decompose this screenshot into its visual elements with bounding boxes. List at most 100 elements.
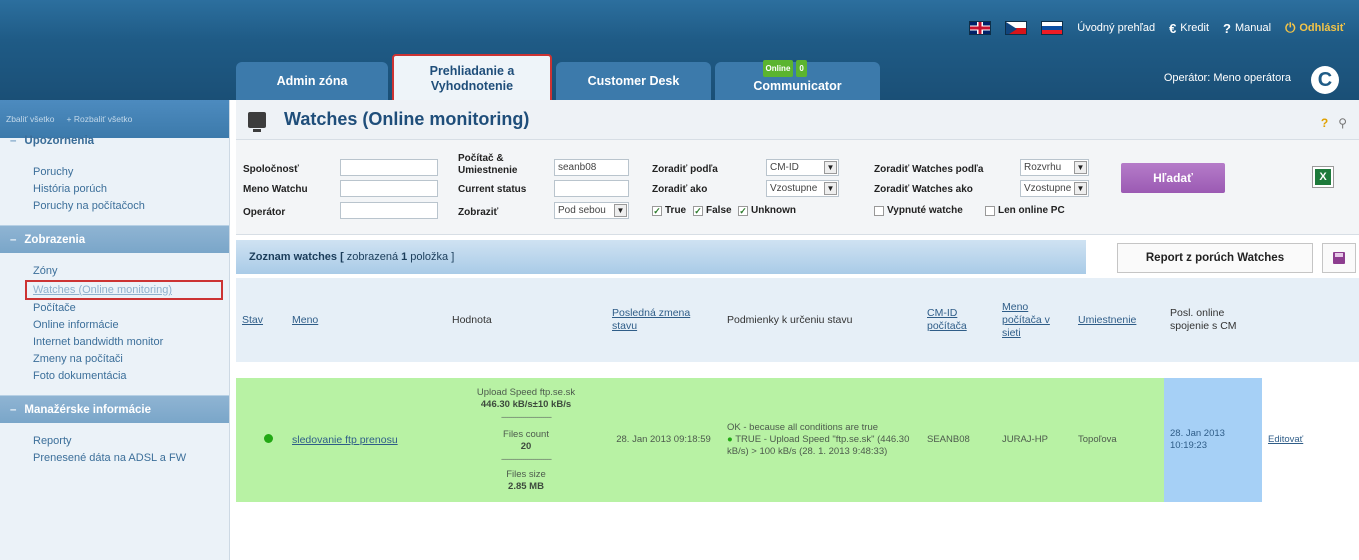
sort-by-select-value: CM-ID — [770, 162, 799, 173]
checkbox-checked-icon: ✓ — [693, 205, 703, 216]
logout-link[interactable]: ⏻ Odhlásiť — [1285, 20, 1345, 36]
sidebar-section-management[interactable]: – Manažérske informácie — [0, 395, 229, 423]
collapse-all-link[interactable]: Zbaliť všetko — [6, 114, 55, 124]
tab-communicator[interactable]: Online 0 Communicator — [715, 60, 880, 100]
sidebar-item-pc-changes[interactable]: Zmeny na počítači — [33, 351, 229, 368]
sidebar-item-watches[interactable]: Watches (Online monitoring) — [25, 280, 223, 300]
sidebar-section-alerts[interactable]: – Upozornenia — [0, 130, 229, 152]
col-pc-name[interactable]: Meno počítača v sieti — [996, 278, 1072, 362]
sort-by-select[interactable]: CM-ID ▼ — [766, 159, 839, 176]
value-2-label: Files count — [503, 429, 549, 440]
status-ok-icon — [264, 433, 273, 443]
sidebar-list-management: Reporty Prenesené dáta na ADSL a FW — [0, 423, 229, 477]
euro-icon: € — [1169, 20, 1177, 36]
disabled-watches-checkbox[interactable]: Vypnuté watche — [874, 205, 963, 216]
english-flag-icon[interactable] — [969, 21, 992, 35]
col-last-change[interactable]: Posledná zmena stavu — [606, 278, 721, 362]
true-checkbox[interactable]: ✓ True — [652, 205, 686, 216]
ok-dot-icon: ● — [727, 434, 733, 445]
sidebar-section-views-title: Zobrazenia — [24, 233, 86, 246]
unknown-checkbox-label: Unknown — [751, 205, 796, 216]
false-checkbox-label: False — [706, 205, 732, 216]
condition-header: OK - because all conditions are true — [727, 422, 879, 433]
czech-flag-icon[interactable] — [1005, 21, 1028, 35]
main-tabs: Admin zóna Prehliadanie a Vyhodnotenie C… — [236, 54, 880, 104]
sidebar-item-reports[interactable]: Reporty — [33, 433, 229, 450]
sidebar-item-pc-failures[interactable]: Poruchy na počítačoch — [33, 198, 229, 215]
conditions-cell: OK - because all conditions are true ● T… — [721, 378, 921, 502]
show-select[interactable]: Pod sebou ▼ — [554, 202, 629, 219]
monitor-icon — [248, 111, 266, 132]
true-checkbox-label: True — [665, 205, 687, 216]
excel-export-icon[interactable]: X — [1312, 166, 1334, 188]
unknown-checkbox[interactable]: ✓ Unknown — [738, 205, 796, 216]
online-pc-checkbox[interactable]: Len online PC — [985, 205, 1065, 216]
current-status-input[interactable] — [554, 180, 629, 197]
company-label: Spoločnosť — [243, 164, 299, 175]
top-header: Úvodný prehľad € Kredit ? Manual ⏻ Odhlásiť… — [0, 0, 1359, 104]
sidebar-item-adsl-data[interactable]: Prenesené dáta na ADSL a FW — [33, 450, 229, 467]
search-button[interactable]: Hľadať — [1121, 163, 1225, 193]
sidebar-list-alerts: Poruchy História porúch Poruchy na počít… — [0, 152, 229, 225]
checkbox-empty-icon — [985, 205, 995, 216]
manual-link[interactable]: ? Manual — [1223, 21, 1271, 36]
edit-link[interactable]: Editovať — [1268, 434, 1303, 445]
sidebar-item-failures[interactable]: Poruchy — [33, 164, 229, 181]
company-input[interactable] — [340, 159, 438, 176]
sort-watches-as-select-value: Vzostupne — [1024, 183, 1072, 194]
page-title-bar: Watches (Online monitoring) ? ⚲ — [236, 100, 1359, 140]
main-content: Watches (Online monitoring) ? ⚲ Spoločno… — [236, 100, 1359, 502]
condition-detail: TRUE - Upload Speed "ftp.se.sk" (446.30 … — [727, 434, 910, 457]
sidebar-section-views[interactable]: – Zobrazenia — [0, 225, 229, 253]
list-title-prefix: Zoznam watches [ — [249, 251, 344, 263]
online-status-badge: Online — [762, 60, 794, 77]
tab-admin-zone[interactable]: Admin zóna — [236, 62, 388, 100]
question-icon: ? — [1223, 20, 1231, 36]
watch-name-input[interactable] — [340, 180, 438, 197]
sidebar-item-online-info[interactable]: Online informácie — [33, 317, 229, 334]
report-button[interactable]: Report z porúch Watches — [1117, 243, 1313, 273]
location-cell: Topoľova — [1072, 378, 1164, 502]
col-status[interactable]: Stav — [236, 278, 286, 362]
actions-cell: Editovať — [1262, 378, 1359, 502]
sort-watches-as-select[interactable]: Vzostupne ▼ — [1020, 180, 1089, 197]
col-name[interactable]: Meno — [286, 278, 446, 362]
sidebar-item-bandwidth[interactable]: Internet bandwidth monitor — [33, 334, 229, 351]
tab-customer-desk-label: Customer Desk — [587, 73, 680, 88]
pc-name-cell: JURAJ-HP — [996, 378, 1072, 502]
disabled-watches-label: Vypnuté watche — [887, 205, 963, 216]
col-location[interactable]: Umiestnenie — [1072, 278, 1164, 362]
expand-all-link[interactable]: + Rozbaliť všetko — [67, 114, 133, 124]
computer-input[interactable]: seanb08 — [554, 159, 629, 176]
chevron-down-icon: ▼ — [1074, 161, 1087, 174]
value-3-label: Files size — [506, 469, 546, 480]
sidebar-item-computers[interactable]: Počítače — [33, 300, 229, 317]
search-icon[interactable]: ⚲ — [1338, 116, 1347, 130]
top-utility-bar: Úvodný prehľad € Kredit ? Manual ⏻ Odhlásiť — [969, 18, 1359, 38]
sidebar-item-photo-docs[interactable]: Foto dokumentácia — [33, 368, 229, 385]
save-button[interactable] — [1322, 243, 1356, 273]
page-title: Watches (Online monitoring) — [284, 109, 530, 129]
help-icon[interactable]: ? — [1321, 116, 1328, 130]
sidebar-item-zones[interactable]: Zóny — [33, 263, 229, 280]
chevron-down-icon: ▼ — [824, 161, 837, 174]
col-conditions: Podmienky k určeniu stavu — [721, 278, 921, 362]
sort-watches-by-select[interactable]: Rozvrhu ▼ — [1020, 159, 1089, 176]
overview-link[interactable]: Úvodný prehľad — [1077, 22, 1155, 34]
false-checkbox[interactable]: ✓ False — [693, 205, 732, 216]
slovak-flag-icon[interactable] — [1041, 21, 1064, 35]
sidebar-list-views: Zóny Watches (Online monitoring) Počítač… — [0, 253, 229, 395]
sort-as-select[interactable]: Vzostupne ▼ — [766, 180, 839, 197]
sidebar-item-failure-history[interactable]: História porúch — [33, 181, 229, 198]
list-title-mid: zobrazená — [346, 251, 399, 263]
table-header: Stav Meno Hodnota Posledná zmena stavu P… — [236, 278, 1359, 362]
operator-input[interactable] — [340, 202, 438, 219]
col-cm-id[interactable]: CM-ID počítača — [921, 278, 996, 362]
checkbox-empty-icon — [874, 205, 884, 216]
tab-customer-desk[interactable]: Customer Desk — [556, 62, 711, 100]
watch-name-link[interactable]: sledovanie ftp prenosu — [292, 434, 398, 446]
tab-browse-evaluate[interactable]: Prehliadanie a Vyhodnotenie — [392, 54, 552, 104]
watch-name-label: Meno Watchu — [243, 184, 308, 195]
sidebar-section-management-title: Manažérske informácie — [24, 403, 151, 416]
credit-link[interactable]: € Kredit — [1169, 21, 1209, 36]
